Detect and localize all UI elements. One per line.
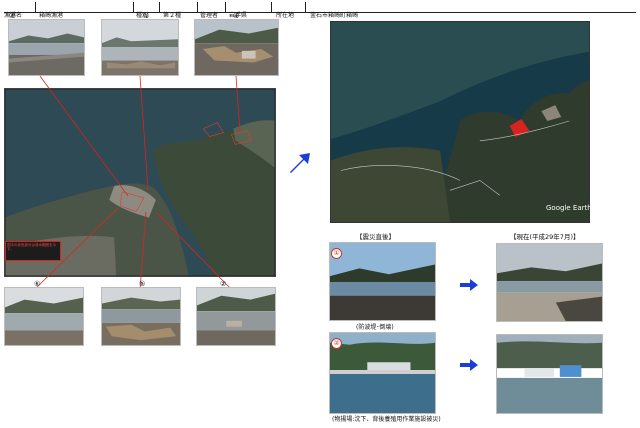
header-value-location: 釜石市箱崎町箱崎 [310,12,359,19]
before-title: 【震災直後】 [356,233,395,241]
arrow-up-right-icon [290,153,310,173]
photo-6-shore [4,287,84,346]
satellite-image [330,21,590,223]
header-value-cell: 釜石市箱崎町箱崎 [306,2,358,19]
before-photo-2-wharf [329,332,436,414]
satellite-watermark: Google Earth [546,204,592,212]
marker-1: ① [331,248,342,259]
before-photo-1-breakwater [329,242,436,321]
arrow-right-icon [460,359,478,371]
photo-2-wharf [196,287,276,346]
after-title: 【現在(平成29年7月)】 [510,233,580,241]
marker-2: ② [331,338,342,349]
before-caption-2: (物揚場:沈下、背後養殖用作業施設被災) [332,416,441,423]
arrow-right-icon [460,279,478,291]
before-caption-1: (防波堤･倒壊) [356,324,394,331]
after-photo-2-wharf [496,334,603,414]
leader-lines [33,75,241,291]
photo-5-harbor-debris [101,287,181,346]
after-photo-1-breakwater [496,243,603,322]
